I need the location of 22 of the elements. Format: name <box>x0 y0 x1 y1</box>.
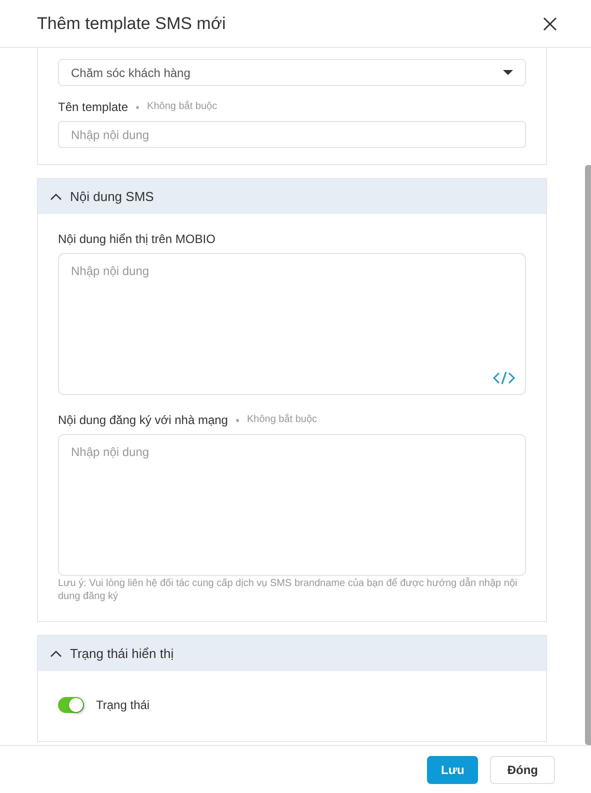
text-area[interactable]: Nhập nội dung <box>58 253 526 395</box>
field-label: Nội dung đăng ký với nhà mạng <box>58 413 228 427</box>
section-title: Nội dung SMS <box>70 189 154 204</box>
field-label: Nội dung hiển thị trên MOBIO <box>58 232 216 246</box>
code-icon[interactable] <box>493 371 515 385</box>
toggle-switch[interactable] <box>58 697 84 713</box>
input-field[interactable]: Nhập nội dung <box>58 121 526 148</box>
toggle-label: Trạng thái <box>96 698 150 712</box>
scrollbar[interactable] <box>585 165 591 745</box>
caret-icon <box>503 70 513 76</box>
close-button[interactable]: Đóng <box>490 756 555 784</box>
hint-text: Lưu ý: Vui lòng liên hệ đối tác cung cấp dịch vụ SMS brandname của bạn để được hướng dẫn nhập nội dung đăng ký <box>58 577 518 603</box>
dialog-title: Thêm template SMS mới <box>37 14 226 34</box>
text-area[interactable]: Nhập nội dung <box>58 434 526 576</box>
field-label: Tên template <box>58 100 128 114</box>
close-icon[interactable] <box>543 16 557 30</box>
optional-hint: Không bắt buộc <box>246 413 318 427</box>
dropdown-field[interactable]: Chăm sóc khách hàng <box>58 59 526 86</box>
optional-hint: Không bắt buộc <box>147 100 218 114</box>
section-header[interactable]: Nội dung SMS <box>38 179 546 214</box>
section-header[interactable]: Trạng thái hiển thị <box>38 636 546 671</box>
section-title: Trạng thái hiển thị <box>70 646 174 661</box>
